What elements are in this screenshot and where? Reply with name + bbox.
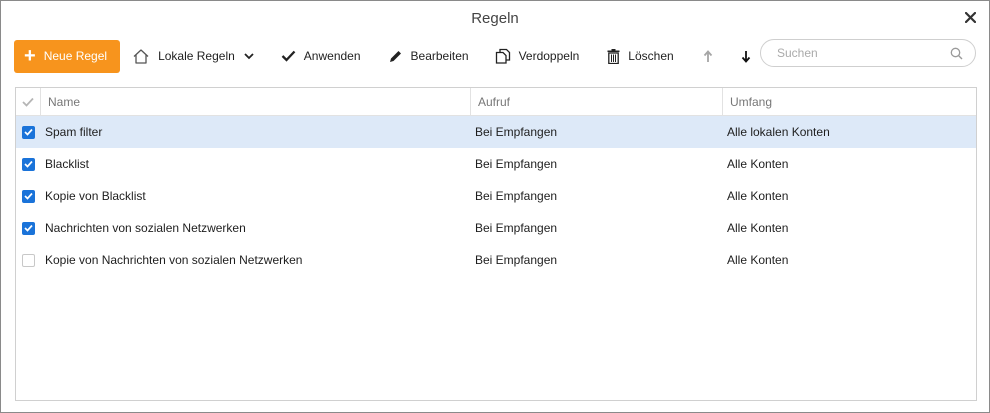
search-input[interactable]	[777, 46, 950, 60]
arrow-down-icon	[741, 50, 750, 63]
apply-button[interactable]: Anwenden	[281, 40, 361, 73]
rule-name: Kopie von Blacklist	[45, 189, 146, 203]
rule-scope: Alle Konten	[727, 221, 789, 235]
rule-scope: Alle Konten	[727, 157, 789, 171]
checkmark-icon	[24, 224, 33, 232]
checkmark-icon	[24, 128, 33, 136]
edit-label: Bearbeiten	[410, 49, 469, 63]
table-header: Name Aufruf Umfang	[16, 88, 976, 116]
rule-trigger: Bei Empfangen	[475, 157, 558, 171]
column-header-umfang[interactable]: Umfang	[723, 88, 976, 115]
table-row[interactable]: Spam filter Bei Empfangen Alle lokalen Kon…	[16, 116, 976, 148]
checkmark-icon	[281, 50, 296, 62]
move-down-button[interactable]	[741, 40, 759, 73]
table-row[interactable]: Nachrichten von sozialen Netzwerken Bei E…	[16, 212, 976, 244]
move-up-button[interactable]	[703, 40, 721, 73]
rule-name: Blacklist	[45, 157, 90, 171]
column-header-aufruf[interactable]: Aufruf	[471, 88, 723, 115]
rules-table: Name Aufruf Umfang Spam filter Bei Empfan…	[15, 87, 977, 401]
row-checkbox-cell	[16, 157, 41, 171]
rule-enabled-checkbox[interactable]	[22, 157, 35, 171]
rule-enabled-checkbox[interactable]	[22, 221, 35, 235]
duplicate-label: Verdoppeln	[518, 49, 580, 63]
rule-trigger: Bei Empfangen	[475, 253, 558, 267]
close-button[interactable]	[961, 8, 979, 26]
rule-scope: Alle Konten	[727, 253, 789, 267]
new-rule-label: Neue Regel	[43, 49, 108, 63]
local-rules-dropdown[interactable]: Lokale Regeln	[132, 40, 254, 73]
local-rules-label: Lokale Regeln	[158, 49, 235, 63]
search-icon	[950, 47, 963, 59]
row-checkbox-cell	[16, 221, 41, 235]
toolbar: + Neue Regel Lokale Regeln Anwenden Bear…	[14, 39, 976, 73]
row-checkbox-cell	[16, 253, 41, 267]
checkmark-icon	[22, 97, 34, 107]
checkmark-icon	[24, 160, 33, 168]
column-header-name[interactable]: Name	[41, 88, 471, 115]
rule-enabled-checkbox[interactable]	[22, 125, 35, 139]
rule-name: Spam filter	[45, 125, 103, 139]
duplicate-button[interactable]: Verdoppeln	[495, 40, 580, 73]
rules-dialog: Regeln + Neue Regel Lokale Regeln Anwend	[0, 0, 990, 413]
close-icon	[964, 11, 976, 23]
checkmark-icon	[24, 192, 33, 200]
rule-trigger: Bei Empfangen	[475, 125, 558, 139]
arrow-up-icon	[703, 49, 712, 62]
table-row[interactable]: Blacklist Bei Empfangen Alle Konten	[16, 148, 976, 180]
rule-name: Kopie von Nachrichten von sozialen Netzw…	[45, 253, 303, 267]
pencil-icon	[389, 50, 401, 62]
copy-icon	[495, 48, 510, 64]
chevron-down-icon	[244, 52, 254, 59]
rule-trigger: Bei Empfangen	[475, 189, 558, 203]
search-box[interactable]	[760, 39, 976, 67]
table-row[interactable]: Kopie von Nachrichten von sozialen Netzw…	[16, 244, 976, 276]
apply-label: Anwenden	[303, 49, 361, 63]
row-checkbox-cell	[16, 125, 41, 139]
rule-name: Nachrichten von sozialen Netzwerken	[45, 221, 246, 235]
rule-trigger: Bei Empfangen	[475, 221, 558, 235]
home-icon	[133, 48, 149, 64]
rule-scope: Alle Konten	[727, 189, 789, 203]
plus-icon: +	[24, 45, 36, 67]
dialog-title: Regeln	[471, 9, 519, 27]
row-checkbox-cell	[16, 189, 41, 203]
trash-icon	[607, 48, 620, 64]
new-rule-button[interactable]: + Neue Regel	[14, 39, 121, 73]
table-row[interactable]: Kopie von Blacklist Bei Empfangen Alle Kon…	[16, 180, 976, 212]
edit-button[interactable]: Bearbeiten	[388, 40, 469, 73]
title-bar: Regeln	[1, 1, 989, 35]
rule-enabled-checkbox[interactable]	[22, 189, 35, 203]
rule-scope: Alle lokalen Konten	[727, 125, 830, 139]
select-all-header[interactable]	[16, 88, 41, 115]
rule-enabled-checkbox[interactable]	[22, 253, 35, 267]
delete-label: Löschen	[628, 49, 674, 63]
table-body: Spam filter Bei Empfangen Alle lokalen Kon…	[16, 116, 976, 276]
delete-button[interactable]: Löschen	[607, 40, 674, 73]
